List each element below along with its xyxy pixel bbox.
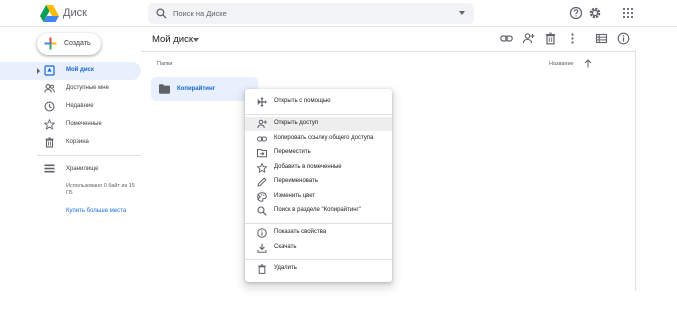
context-menu: Открыть с помощью Открыть доступ Копиров… <box>245 89 392 282</box>
sidebar-item-shared[interactable]: Доступные мне <box>0 80 141 98</box>
shared-icon <box>44 83 55 93</box>
menu-item-share[interactable]: Открыть доступ <box>245 117 392 131</box>
sidebar-item-label: Помеченные <box>66 121 102 127</box>
download-icon <box>257 243 267 253</box>
sidebar-nav: Мой диск Доступные мне Недавние Помеченн… <box>0 62 141 152</box>
search-options-icon[interactable] <box>459 11 465 15</box>
sidebar-item-label: Мой диск <box>66 67 94 73</box>
menu-item-label: Открыть доступ <box>274 120 319 126</box>
chevron-right-icon <box>257 99 261 105</box>
settings-icon[interactable] <box>588 6 602 20</box>
menu-item-label: Добавить в помеченные <box>274 163 342 170</box>
menu-item-label: Открыть с помощью <box>274 98 331 104</box>
sidebar-item-label: Корзина <box>66 139 89 145</box>
drive-logo-icon[interactable] <box>40 5 59 22</box>
sidebar-item-my-drive[interactable]: Мой диск <box>0 62 141 80</box>
folder-icon <box>159 84 170 94</box>
menu-item-change-color[interactable]: Изменить цвет <box>245 190 392 204</box>
sort-by-name-button[interactable]: Название <box>549 61 574 67</box>
star-icon <box>257 162 267 173</box>
menu-item-label: Копировать ссылку общего доступа <box>274 134 374 141</box>
storage-icon <box>44 164 55 173</box>
sidebar-item-recent[interactable]: Недавние <box>0 98 141 116</box>
help-icon[interactable] <box>569 6 583 20</box>
page-title[interactable]: Мой диск <box>152 34 193 45</box>
chevron-down-icon[interactable] <box>193 38 199 42</box>
info-icon <box>257 228 267 238</box>
menu-item-delete[interactable]: Удалить <box>245 262 392 276</box>
new-button-label: Создать <box>64 40 91 47</box>
sidebar-item-starred[interactable]: Помеченные <box>0 116 141 134</box>
folders-section-label: Папки <box>157 61 173 67</box>
trash-icon <box>258 264 266 274</box>
expand-caret-icon[interactable] <box>37 68 40 74</box>
search-input[interactable] <box>173 6 443 21</box>
list-view-icon[interactable] <box>595 32 608 45</box>
sidebar-divider <box>37 155 141 156</box>
folder-name: Копирайтинг <box>177 86 216 92</box>
menu-item-label: Изменить цвет <box>274 192 316 199</box>
details-panel-divider <box>635 51 636 291</box>
menu-item-add-starred[interactable]: Добавить в помеченные <box>245 161 392 175</box>
my-drive-icon <box>44 65 55 76</box>
menu-item-copy-link[interactable]: Копировать ссылку общего доступа <box>245 132 392 146</box>
search-icon[interactable] <box>156 8 167 19</box>
menu-item-label: Показать свойства <box>274 229 327 235</box>
new-button[interactable]: Создать <box>37 33 101 55</box>
info-icon[interactable] <box>617 32 630 45</box>
trash-icon <box>45 137 54 148</box>
sidebar-item-label: Недавние <box>66 103 94 109</box>
sidebar-item-label: Доступные мне <box>66 85 109 91</box>
menu-divider <box>245 259 392 260</box>
chevron-right-icon <box>257 193 261 200</box>
menu-item-label: Переименовать <box>274 178 318 184</box>
menu-item-open-with[interactable]: Открыть с помощью <box>245 95 392 109</box>
arrow-up-icon[interactable] <box>584 59 592 68</box>
storage-usage-text: Использовано 0 байт из 15 ГБ <box>66 183 135 196</box>
plus-icon <box>44 37 57 50</box>
search-icon <box>257 206 267 216</box>
menu-item-label: Переместить <box>274 149 311 155</box>
search-bar[interactable] <box>148 3 474 24</box>
folder-item[interactable]: Копирайтинг <box>151 77 258 101</box>
menu-item-label: Удалить <box>274 265 297 271</box>
apps-icon[interactable] <box>621 6 635 20</box>
add-person-icon <box>257 119 267 129</box>
storage-label[interactable]: Хранилище <box>66 166 98 172</box>
trash-icon[interactable] <box>544 32 557 45</box>
menu-item-search-in[interactable]: Поиск в разделе "Копирайтинг" <box>245 204 392 218</box>
more-vert-icon[interactable] <box>566 32 579 45</box>
drive-app: Диск Поиск на Диске Создать Мой диск Дос… <box>0 0 677 309</box>
rename-icon <box>257 177 267 187</box>
star-icon <box>44 119 55 130</box>
menu-item-move[interactable]: Переместить <box>245 146 392 160</box>
toolbar-divider <box>141 51 636 52</box>
menu-item-download[interactable]: Скачать <box>245 241 392 255</box>
app-title: Диск <box>63 7 87 19</box>
add-person-icon[interactable] <box>522 32 535 45</box>
menu-item-label: Поиск в разделе "Копирайтинг" <box>274 207 361 213</box>
menu-item-show-details[interactable]: Показать свойства <box>245 226 392 240</box>
link-icon <box>257 136 267 141</box>
clock-icon <box>44 101 55 112</box>
move-icon <box>257 149 267 158</box>
top-bar: Диск <box>0 0 677 27</box>
menu-item-label: Скачать <box>274 243 297 250</box>
buy-storage-link[interactable]: Купить больше места <box>66 208 126 214</box>
menu-divider <box>245 114 392 115</box>
menu-item-rename[interactable]: Переименовать <box>245 175 392 189</box>
sidebar-item-trash[interactable]: Корзина <box>0 134 141 152</box>
menu-divider <box>245 223 392 224</box>
link-icon[interactable] <box>500 32 513 45</box>
